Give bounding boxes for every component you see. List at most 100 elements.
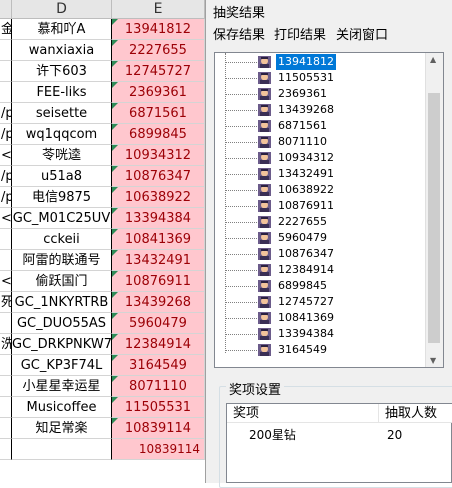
- cell-e[interactable]: 13941812: [112, 19, 205, 40]
- cell-e[interactable]: 10638922: [112, 187, 205, 208]
- scroll-down-icon[interactable]: ▼: [430, 356, 436, 365]
- column-header-c[interactable]: [0, 0, 12, 19]
- result-node[interactable]: 10934312: [215, 150, 430, 166]
- cell-e[interactable]: 5960479: [112, 313, 205, 334]
- cell-d[interactable]: GC_1NKYRTRB: [12, 292, 112, 313]
- scroll-up-icon[interactable]: ▲: [430, 55, 436, 64]
- result-label[interactable]: 10876347: [276, 246, 336, 262]
- result-node[interactable]: 10841369: [215, 310, 430, 326]
- result-node[interactable]: 10876911: [215, 198, 430, 214]
- result-label[interactable]: 11505531: [276, 70, 336, 86]
- cell-c[interactable]: [0, 61, 12, 82]
- cell-c[interactable]: [0, 376, 12, 397]
- cell-c[interactable]: 金哈: [0, 19, 12, 40]
- result-label[interactable]: 10841369: [276, 310, 336, 326]
- result-node[interactable]: 13394384: [215, 326, 430, 342]
- cell-e[interactable]: 2227655: [112, 40, 205, 61]
- cell-d[interactable]: 偷跃国门: [12, 271, 112, 292]
- result-node[interactable]: 3164549: [215, 342, 430, 358]
- cell-e[interactable]: 13394384: [112, 208, 205, 229]
- cell-d[interactable]: GC_DUO55AS: [12, 313, 112, 334]
- cell-d[interactable]: wq1qqcom: [12, 124, 112, 145]
- result-label[interactable]: 13432491: [276, 166, 336, 182]
- cell-e[interactable]: 12745727: [112, 61, 205, 82]
- cell-d[interactable]: GC_M01C25UV: [12, 208, 112, 229]
- cell-d[interactable]: 知足常楽: [12, 418, 112, 439]
- cell-c[interactable]: [0, 397, 12, 418]
- result-node[interactable]: 10638922: [215, 182, 430, 198]
- prize-list[interactable]: 奖项 抽取人数 200星钻 20: [226, 403, 452, 483]
- cell-c[interactable]: /p: [0, 187, 12, 208]
- cell-c[interactable]: <: [0, 208, 12, 229]
- results-tree[interactable]: 13941812 11505531 2369361 13439268 6871561 80…: [214, 52, 444, 368]
- cell-c[interactable]: 洗: [0, 334, 12, 355]
- result-label[interactable]: 12384914: [276, 262, 336, 278]
- cell-c[interactable]: [0, 229, 12, 250]
- cell-e[interactable]: 10839114: [112, 439, 205, 460]
- cell-c[interactable]: <: [0, 145, 12, 166]
- close-window-menu[interactable]: 关闭窗口: [336, 24, 388, 43]
- cell-c[interactable]: [0, 313, 12, 334]
- cell-d[interactable]: 阿雷的联通号: [12, 250, 112, 271]
- cell-c[interactable]: 死: [0, 292, 12, 313]
- cell-e[interactable]: 10934312: [112, 145, 205, 166]
- scroll-thumb[interactable]: [428, 93, 440, 343]
- cell-c[interactable]: <: [0, 271, 12, 292]
- print-results-menu[interactable]: 打印结果: [274, 24, 326, 43]
- result-node[interactable]: 13432491: [215, 166, 430, 182]
- cell-e[interactable]: 11505531: [112, 397, 205, 418]
- cell-e[interactable]: 6871561: [112, 103, 205, 124]
- result-label[interactable]: 10638922: [276, 182, 336, 198]
- result-label[interactable]: 3164549: [276, 342, 329, 358]
- cell-e[interactable]: 2369361: [112, 82, 205, 103]
- cell-c[interactable]: /p: [0, 124, 12, 145]
- cell-e[interactable]: 8071110: [112, 376, 205, 397]
- vertical-scrollbar[interactable]: ▲ ▼: [425, 53, 443, 367]
- result-node[interactable]: 11505531: [215, 70, 430, 86]
- prize-name[interactable]: 200星钻: [249, 426, 296, 444]
- cell-e[interactable]: 13432491: [112, 250, 205, 271]
- list-header-prize[interactable]: 奖项: [227, 404, 379, 423]
- cell-d[interactable]: 许下603: [12, 61, 112, 82]
- cell-d[interactable]: 小星星幸运星: [12, 376, 112, 397]
- result-node[interactable]: 13439268: [215, 102, 430, 118]
- result-node[interactable]: 6871561: [215, 118, 430, 134]
- column-header-d[interactable]: D: [12, 0, 112, 19]
- result-node[interactable]: 6899845: [215, 278, 430, 294]
- result-node[interactable]: 2227655: [215, 214, 430, 230]
- result-label[interactable]: 6871561: [276, 118, 329, 134]
- cell-c[interactable]: [0, 418, 12, 439]
- result-label[interactable]: 6899845: [276, 278, 329, 294]
- cell-d[interactable]: FEE-liks: [12, 82, 112, 103]
- cell-c[interactable]: /p: [0, 166, 12, 187]
- cell-d[interactable]: seisette: [12, 103, 112, 124]
- result-node[interactable]: 5960479: [215, 230, 430, 246]
- cell-c[interactable]: [0, 40, 12, 61]
- cell-e[interactable]: 6899845: [112, 124, 205, 145]
- column-header-e[interactable]: E: [112, 0, 205, 19]
- cell-e[interactable]: 10841369: [112, 229, 205, 250]
- cell-e[interactable]: 10839114: [112, 418, 205, 439]
- cell-d[interactable]: 慕和吖A: [12, 19, 112, 40]
- result-node[interactable]: 13941812: [215, 53, 430, 71]
- cell-e[interactable]: 13439268: [112, 292, 205, 313]
- cell-d[interactable]: GC_DRKPNKW7: [12, 334, 112, 355]
- cell-c[interactable]: [0, 82, 12, 103]
- cell-d[interactable]: GC_KP3F74L: [12, 355, 112, 376]
- result-label[interactable]: 12745727: [276, 294, 336, 310]
- cell-d[interactable]: [12, 439, 112, 460]
- cell-e[interactable]: 12384914: [112, 334, 205, 355]
- result-label[interactable]: 13941812: [275, 53, 337, 71]
- cell-e[interactable]: 10876911: [112, 271, 205, 292]
- result-node[interactable]: 8071110: [215, 134, 430, 150]
- result-label[interactable]: 10934312: [276, 150, 336, 166]
- cell-c[interactable]: [0, 355, 12, 376]
- cell-d[interactable]: 电信9875: [12, 187, 112, 208]
- result-label[interactable]: 2227655: [276, 214, 329, 230]
- save-results-menu[interactable]: 保存结果: [213, 24, 265, 43]
- result-label[interactable]: 5960479: [276, 230, 329, 246]
- cell-d[interactable]: Musicoffee: [12, 397, 112, 418]
- cell-d[interactable]: wanxiaxia: [12, 40, 112, 61]
- result-label[interactable]: 13394384: [276, 326, 336, 342]
- result-label[interactable]: 13439268: [276, 102, 336, 118]
